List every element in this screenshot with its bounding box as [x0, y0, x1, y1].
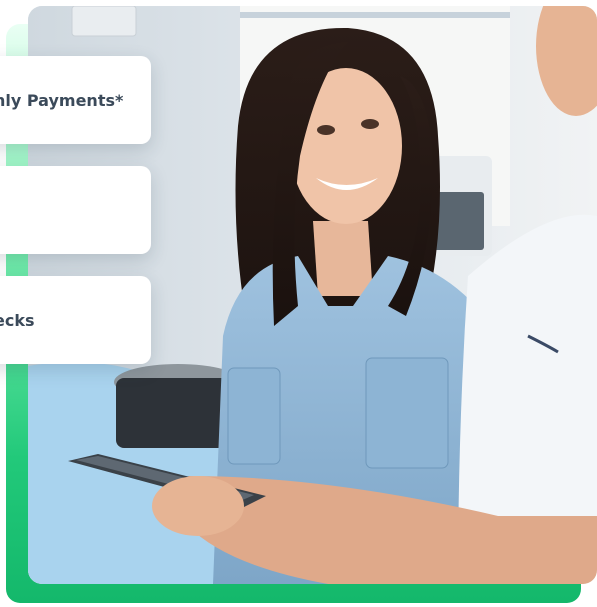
feature-card-label: ecks [0, 310, 35, 330]
feature-card-checks: ecks [0, 276, 151, 364]
feature-card-middle [0, 166, 151, 254]
feature-card-payments: nly Payments* [0, 56, 151, 144]
feature-card-label: nly Payments* [0, 90, 124, 110]
